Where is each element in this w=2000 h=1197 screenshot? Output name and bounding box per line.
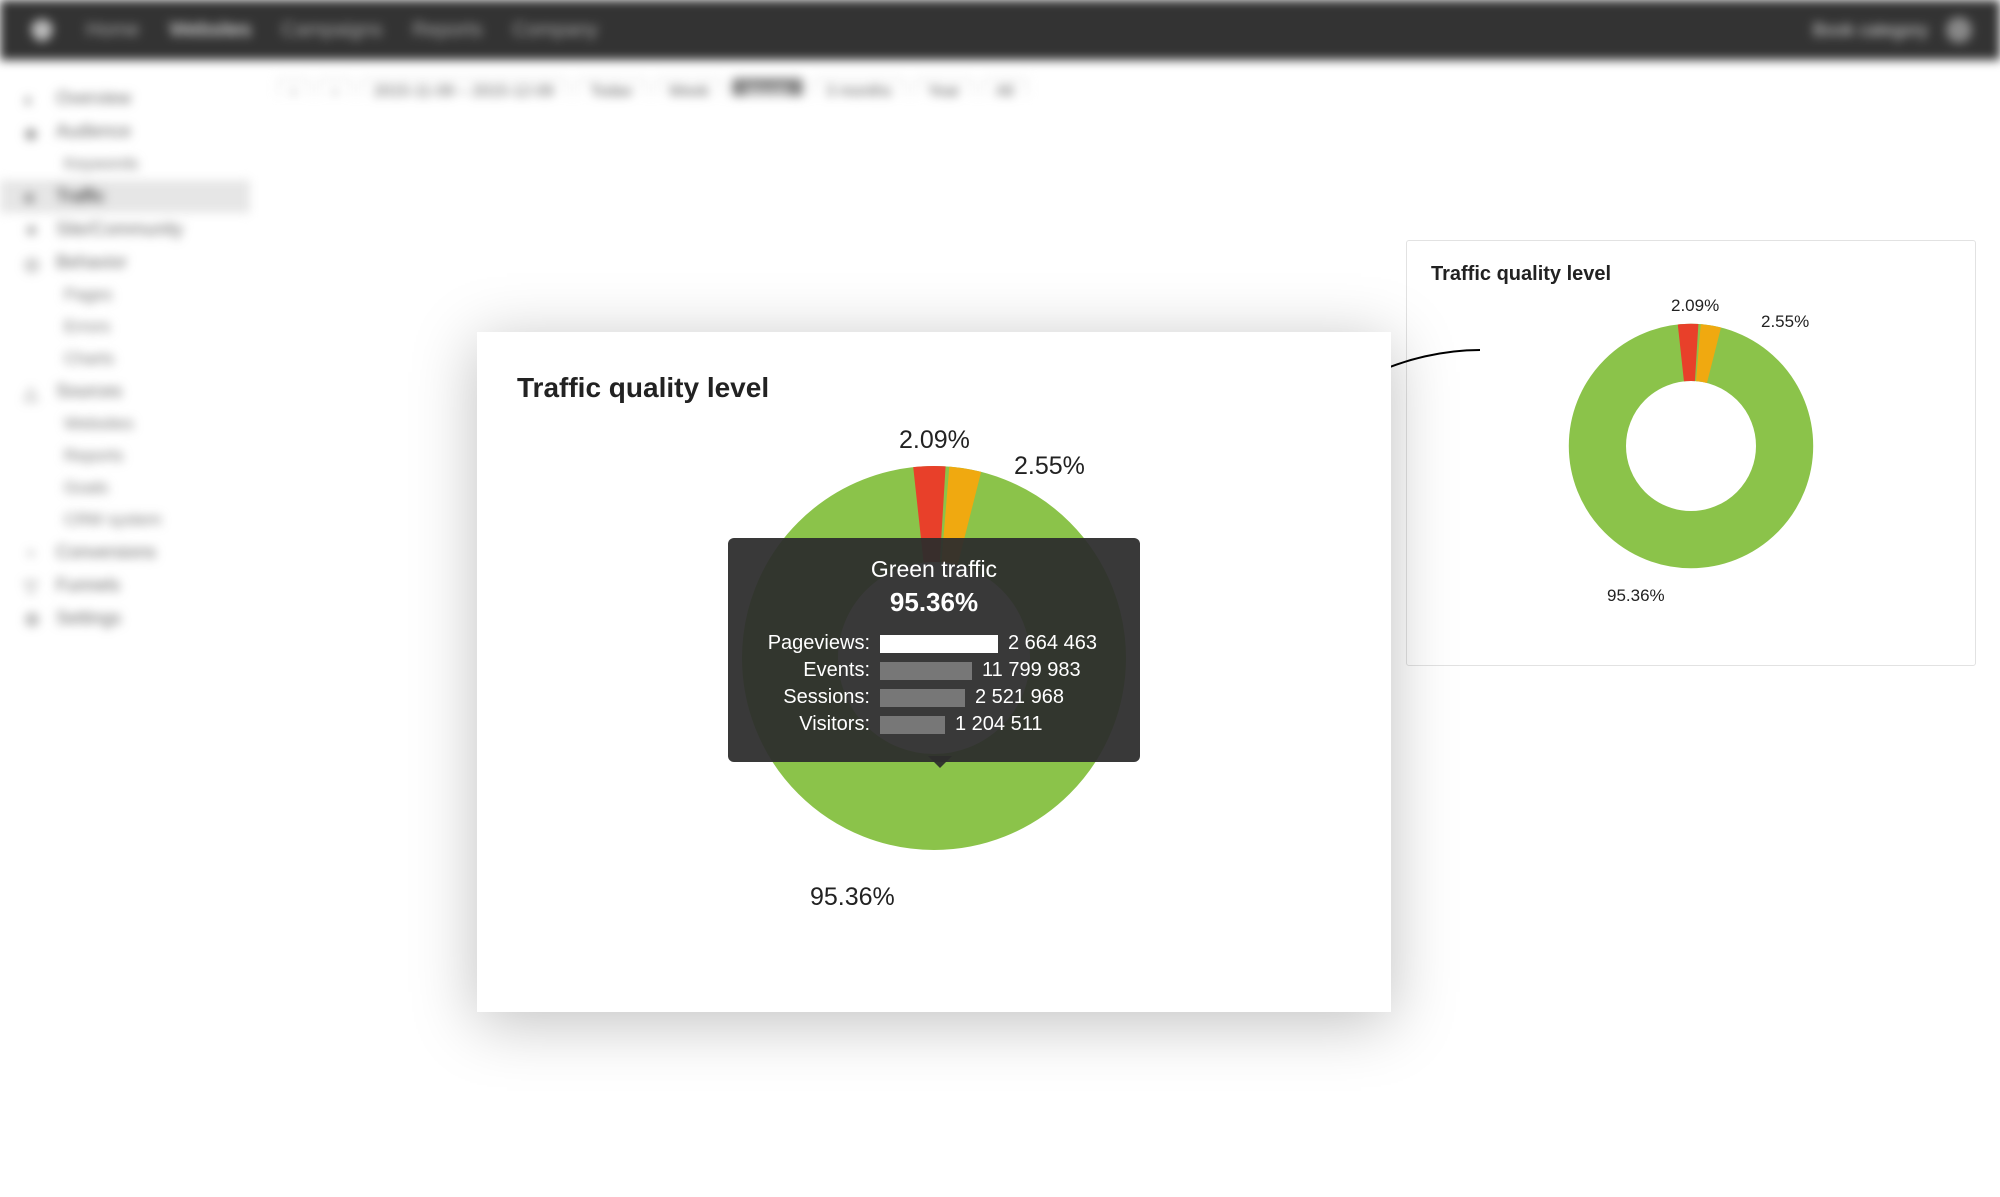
sidebar-subitem-goals[interactable]: Goals: [0, 472, 250, 504]
small-donut-green-label: 95.36%: [1607, 586, 1665, 606]
app-logo-icon: [28, 16, 56, 44]
range-3months[interactable]: 3 months: [813, 78, 905, 96]
tooltip-row-value: 2 664 463: [1008, 632, 1116, 655]
donut-tooltip: Green traffic 95.36% Pageviews: 2 664 463…: [728, 538, 1140, 762]
date-range[interactable]: 2015-11-09 – 2015-12-09: [361, 78, 567, 96]
small-donut-chart: [1561, 316, 1821, 576]
tooltip-row: Events: 11 799 983: [752, 659, 1116, 682]
tooltip-row-bar: [880, 662, 972, 680]
range-all[interactable]: All: [983, 78, 1027, 96]
donut-green-label: 95.36%: [810, 883, 895, 912]
sidebar-subitem-crm[interactable]: CRM system: [0, 504, 250, 536]
sidebar-item-funnels[interactable]: ▽Funnels: [0, 569, 250, 602]
tooltip-title: Green traffic: [752, 556, 1116, 583]
behavior-icon: ◎: [24, 254, 42, 272]
panel-title: Traffic quality level: [1431, 263, 1951, 286]
gear-icon: ⚙: [24, 610, 42, 628]
primary-nav: Home Websites Campaigns Reports Company: [86, 19, 598, 42]
sources-icon: △: [24, 383, 42, 401]
nav-websites[interactable]: Websites: [169, 19, 251, 42]
sidebar-item-sources[interactable]: △Sources: [0, 375, 250, 408]
tooltip-row-value: 11 799 983: [982, 659, 1116, 682]
nav-reports[interactable]: Reports: [412, 19, 482, 42]
topbar: Home Websites Campaigns Reports Company …: [0, 0, 2000, 60]
date-toolbar: ‹ › 2015-11-09 – 2015-12-09 Today Week M…: [278, 78, 1972, 96]
audience-icon: ◈: [24, 123, 42, 141]
sidebar-item-traffic[interactable]: ≡Traffic: [0, 180, 250, 213]
user-name[interactable]: Book category: [1813, 20, 1928, 41]
tooltip-row-label: Events:: [752, 659, 870, 682]
nav-company[interactable]: Company: [512, 19, 598, 42]
sidebar-subitem-errors[interactable]: Errors: [0, 311, 250, 343]
date-next-button[interactable]: ›: [319, 78, 350, 96]
site-icon: ✶: [24, 221, 42, 239]
tooltip-row-bar: [880, 689, 965, 707]
range-today[interactable]: Today: [577, 78, 646, 96]
sidebar-item-audience[interactable]: ◈Audience: [0, 115, 250, 148]
user-avatar-icon[interactable]: [1946, 17, 1972, 43]
main-content: ‹ › 2015-11-09 – 2015-12-09 Today Week M…: [250, 60, 2000, 96]
tooltip-row-bar: [880, 635, 998, 653]
donut-red-label: 2.09%: [899, 426, 970, 455]
donut-yellow-label: 2.55%: [1014, 452, 1085, 481]
small-donut-red-label: 2.09%: [1671, 296, 1719, 316]
sidebar-subitem-websites[interactable]: Websites: [0, 408, 250, 440]
tooltip-row-bar: [880, 716, 945, 734]
sidebar-item-settings[interactable]: ⚙Settings: [0, 602, 250, 635]
tooltip-row-value: 1 204 511: [955, 713, 1116, 736]
modal-donut-chart[interactable]: 2.09% 2.55% 95.36% Green traffic 95.36% …: [734, 458, 1134, 858]
tooltip-row: Visitors: 1 204 511: [752, 713, 1116, 736]
funnels-icon: ▽: [24, 577, 42, 595]
sidebar-subitem-keywords[interactable]: Keywords: [0, 148, 250, 180]
tooltip-row: Pageviews: 2 664 463: [752, 632, 1116, 655]
sidebar-item-overview[interactable]: ◐Overview: [0, 82, 250, 115]
tooltip-row-value: 2 521 968: [975, 686, 1116, 709]
nav-campaigns[interactable]: Campaigns: [281, 19, 382, 42]
tooltip-row: Sessions: 2 521 968: [752, 686, 1116, 709]
modal-title: Traffic quality level: [517, 372, 1351, 404]
range-week[interactable]: Week: [656, 78, 723, 96]
range-year[interactable]: Year: [915, 78, 973, 96]
range-month[interactable]: Month: [732, 78, 802, 96]
sidebar-subitem-charts[interactable]: Charts: [0, 343, 250, 375]
tooltip-row-label: Sessions:: [752, 686, 870, 709]
conversions-icon: ◔: [24, 544, 42, 562]
date-prev-button[interactable]: ‹: [278, 78, 309, 96]
tooltip-row-label: Pageviews:: [752, 632, 870, 655]
tooltip-value: 95.36%: [752, 587, 1116, 618]
sidebar-subitem-pages[interactable]: Pages: [0, 279, 250, 311]
sidebar-item-site[interactable]: ✶Site/Community: [0, 213, 250, 246]
sidebar-item-conversions[interactable]: ◔Conversions: [0, 536, 250, 569]
traffic-quality-panel: Traffic quality level 2.09% 2.55% 95.36%: [1406, 240, 1976, 666]
sidebar-item-behavior[interactable]: ◎Behavior: [0, 246, 250, 279]
sidebar-subitem-reports[interactable]: Reports: [0, 440, 250, 472]
overview-icon: ◐: [24, 90, 42, 108]
nav-home[interactable]: Home: [86, 19, 139, 42]
small-donut-yellow-label: 2.55%: [1761, 312, 1809, 332]
traffic-icon: ≡: [24, 188, 42, 206]
traffic-quality-modal: Traffic quality level 2.09% 2.55% 95.36%…: [477, 332, 1391, 1012]
sidebar: ◐Overview ◈Audience Keywords ≡Traffic ✶S…: [0, 60, 250, 82]
tooltip-row-label: Visitors:: [752, 713, 870, 736]
